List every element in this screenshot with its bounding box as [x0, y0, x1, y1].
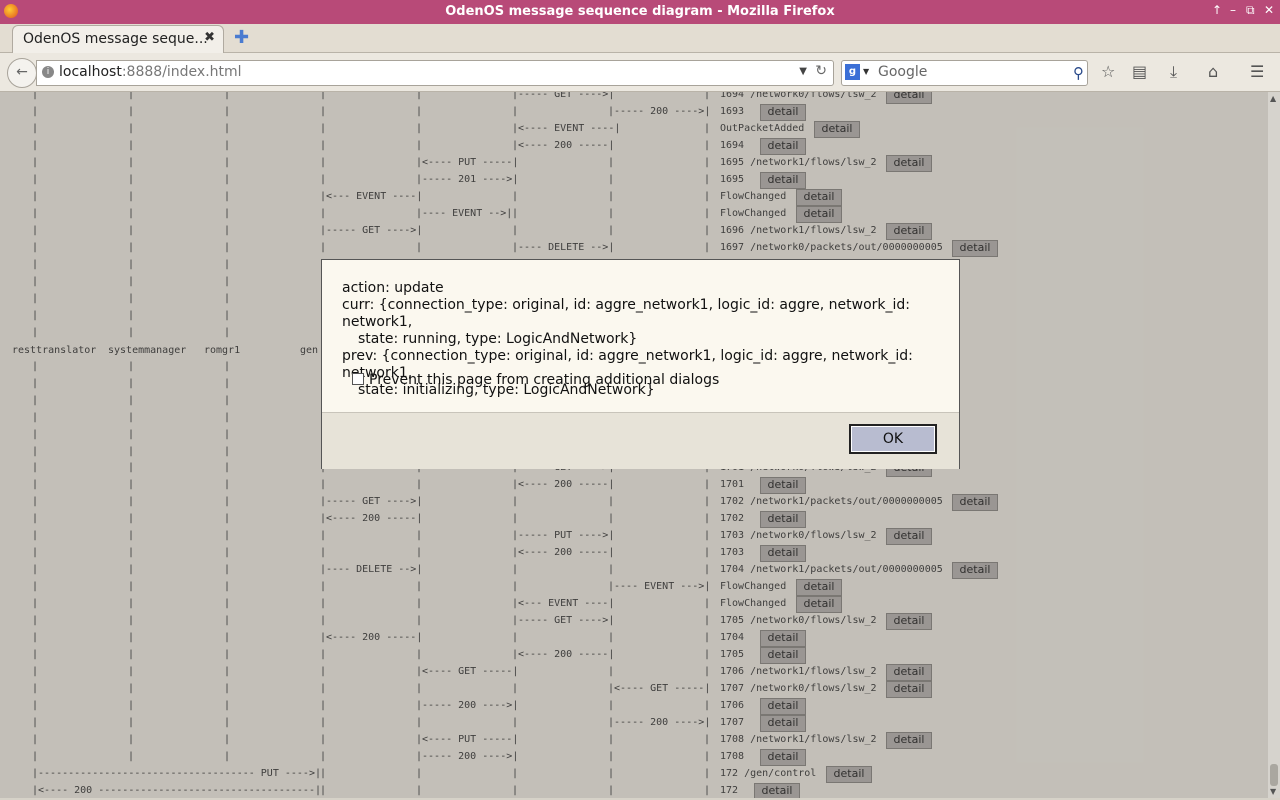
prevent-dialogs-checkbox[interactable]: Prevent this page from creating addition…	[352, 372, 719, 388]
new-tab-icon[interactable]: ✚	[234, 27, 249, 48]
window-up-icon[interactable]: ↑	[1212, 3, 1222, 17]
engine-dropdown-icon[interactable]: ▼	[863, 67, 869, 76]
search-bar[interactable]: g ▼ Google ⚲	[841, 60, 1088, 86]
checkbox-box[interactable]	[352, 373, 364, 385]
dialog-footer: OK	[322, 412, 959, 469]
url-host: localhost	[59, 64, 122, 80]
page-scrollbar[interactable]: ▲ ▼	[1268, 92, 1280, 798]
back-button[interactable]: ←	[7, 58, 37, 88]
url-text[interactable]: localhost:8888/index.html	[59, 64, 242, 80]
ok-button[interactable]: OK	[849, 424, 937, 454]
menu-icon[interactable]: ☰	[1250, 62, 1264, 81]
window-minimize-icon[interactable]: –	[1230, 3, 1236, 17]
tab-close-icon[interactable]: ✖	[204, 30, 215, 45]
dialog-action-line: action: update	[342, 280, 444, 296]
dialog-curr-line: curr: {connection_type: original, id: ag…	[342, 297, 911, 330]
google-engine-icon[interactable]: g	[845, 64, 860, 80]
downloads-icon[interactable]: ⤓	[1170, 62, 1177, 82]
tab-strip: OdenOS message seque... ✖ ✚	[0, 24, 1280, 53]
search-input[interactable]: Google	[878, 64, 927, 80]
alert-dialog: action: update curr: {connection_type: o…	[321, 259, 960, 469]
search-icon[interactable]: ⚲	[1073, 64, 1084, 82]
navigation-bar: ← i localhost:8888/index.html ▼ ↻ g ▼ Go…	[0, 53, 1280, 92]
url-path: :8888/index.html	[121, 64, 242, 80]
window-title: OdenOS message sequence diagram - Mozill…	[445, 4, 835, 19]
window-restore-icon[interactable]: ⧉	[1246, 3, 1255, 18]
dialog-curr-line-cont: state: running, type: LogicAndNetwork}	[358, 331, 638, 347]
scroll-up-icon[interactable]: ▲	[1270, 94, 1276, 103]
window-close-icon[interactable]: ✕	[1264, 3, 1274, 17]
bookmark-star-icon[interactable]: ☆	[1101, 62, 1115, 81]
tab-odenos[interactable]: OdenOS message seque... ✖	[12, 25, 224, 53]
scrollbar-thumb[interactable]	[1270, 764, 1278, 786]
scroll-down-icon[interactable]: ▼	[1270, 787, 1276, 796]
tab-label: OdenOS message seque...	[23, 31, 208, 47]
site-info-icon[interactable]: i	[42, 66, 54, 78]
home-icon[interactable]: ⌂	[1208, 62, 1218, 81]
prevent-dialogs-label: Prevent this page from creating addition…	[369, 372, 720, 388]
reading-list-icon[interactable]: ▤	[1132, 62, 1147, 81]
history-dropdown-icon[interactable]: ▼	[799, 66, 807, 77]
reload-icon[interactable]: ↻	[815, 63, 827, 79]
window-titlebar: OdenOS message sequence diagram - Mozill…	[0, 0, 1280, 24]
back-arrow-icon: ←	[16, 64, 28, 80]
url-bar[interactable]: i localhost:8888/index.html ▼ ↻	[36, 60, 834, 86]
